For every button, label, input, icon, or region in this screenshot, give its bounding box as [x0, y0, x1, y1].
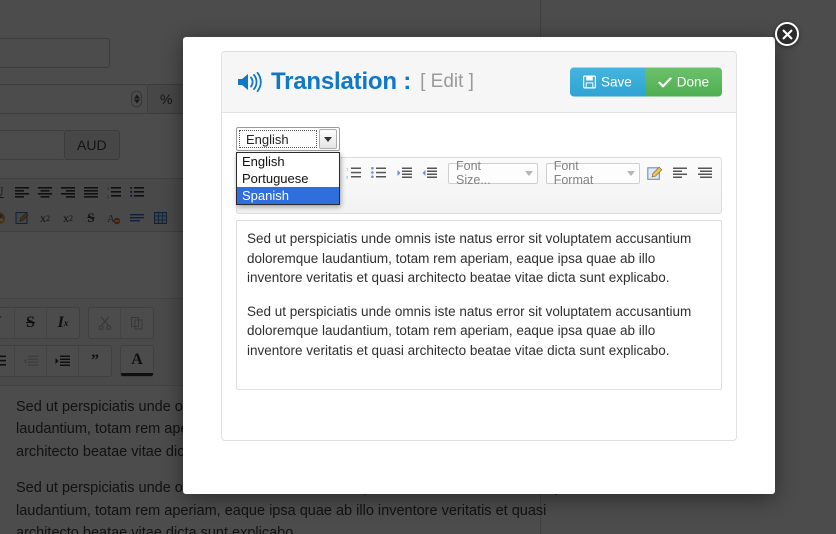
bulleted-list-icon[interactable]: [368, 162, 389, 184]
panel-body: English English Portuguese Spanish 12 Fo…: [222, 113, 736, 390]
floppy-disk-icon: [582, 75, 596, 89]
page-title: Translation :: [271, 68, 412, 95]
svg-text:2: 2: [346, 174, 349, 179]
indent-icon[interactable]: [393, 162, 414, 184]
translation-modal: Translation : [ Edit ] Save Done English…: [183, 37, 775, 494]
check-icon: [658, 76, 672, 88]
save-button-label: Save: [600, 74, 632, 90]
translation-paragraph: Sed ut perspiciatis unde omnis iste natu…: [247, 303, 692, 358]
edit-source-icon[interactable]: [644, 162, 665, 184]
language-option-spanish[interactable]: Spanish: [237, 187, 339, 204]
header-buttons: Save Done: [569, 67, 722, 97]
translation-panel: Translation : [ Edit ] Save Done English…: [221, 51, 737, 441]
save-button[interactable]: Save: [569, 67, 645, 97]
screen: 15.00 10 % 0.00 AUD B I U: [0, 0, 836, 534]
translation-text-area[interactable]: Sed ut perspiciatis unde omnis iste natu…: [236, 220, 722, 390]
panel-header: Translation : [ Edit ] Save Done: [222, 52, 736, 113]
translation-paragraph: Sed ut perspiciatis unde omnis iste natu…: [247, 231, 692, 286]
close-icon[interactable]: [775, 22, 799, 46]
font-format-label: Font Format: [553, 159, 594, 187]
chevron-down-icon[interactable]: [319, 129, 337, 149]
svg-text:1: 1: [346, 167, 349, 172]
font-size-dropdown[interactable]: Font Size...: [448, 159, 538, 187]
language-select-value: English: [239, 130, 317, 148]
align-justify-icon[interactable]: [695, 162, 716, 184]
edit-link[interactable]: [ Edit ]: [420, 71, 474, 93]
language-option-english[interactable]: English: [237, 153, 339, 170]
language-select-wrapper: English English Portuguese Spanish: [236, 127, 340, 205]
done-button-label: Done: [676, 74, 709, 90]
font-format-dropdown[interactable]: Font Format: [545, 159, 641, 187]
speaker-volume-icon: [236, 71, 262, 93]
numbered-list-icon[interactable]: 12: [343, 162, 364, 184]
language-options-list: English Portuguese Spanish: [236, 152, 340, 205]
align-left-icon[interactable]: [669, 162, 690, 184]
language-select[interactable]: English: [236, 127, 340, 151]
outdent-icon[interactable]: [419, 162, 440, 184]
font-size-label: Font Size...: [456, 159, 491, 187]
language-option-portuguese[interactable]: Portuguese: [237, 170, 339, 187]
done-button[interactable]: Done: [644, 67, 722, 97]
